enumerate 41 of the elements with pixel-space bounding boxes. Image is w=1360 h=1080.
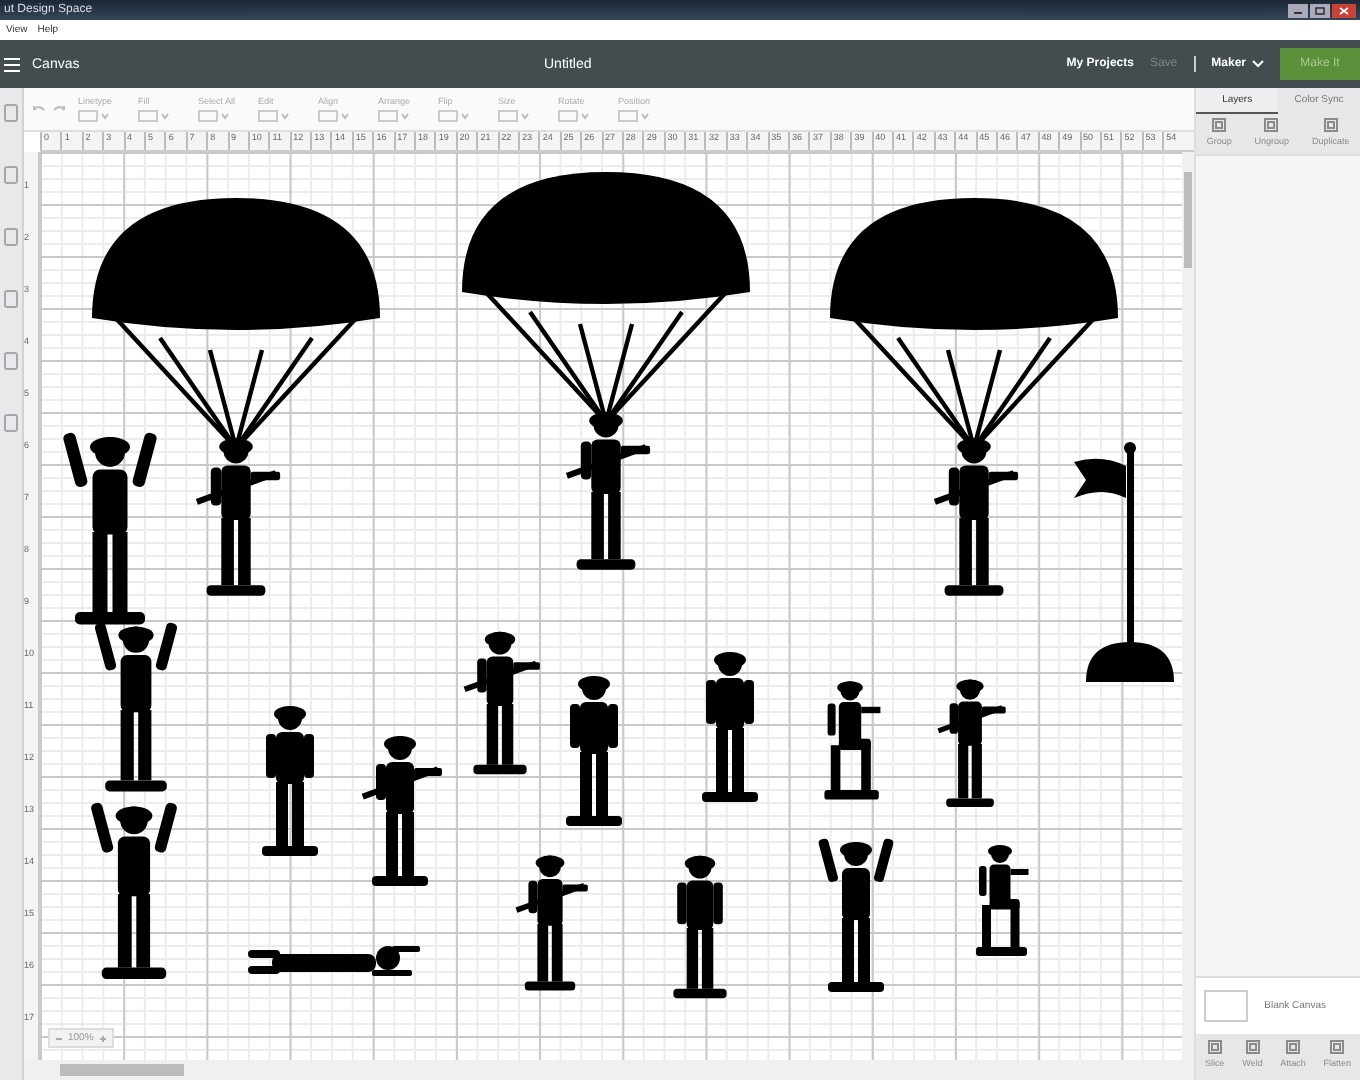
tool-outline-icon[interactable] bbox=[3, 166, 18, 184]
soldier-silhouette bbox=[673, 855, 727, 999]
soldier-silhouette bbox=[975, 845, 1029, 956]
vertical-scrollbar[interactable] bbox=[1182, 152, 1195, 1060]
dropdown-icon bbox=[197, 110, 230, 122]
tool-outline-icon[interactable] bbox=[3, 228, 18, 246]
undo-icon[interactable] bbox=[31, 103, 46, 115]
layer-action-icon bbox=[1330, 1040, 1345, 1054]
dropdown-icon bbox=[257, 110, 290, 122]
horizontal-scrollbar[interactable] bbox=[23, 1060, 1195, 1080]
dropdown-icon bbox=[377, 110, 410, 122]
dropdown-icon bbox=[137, 110, 170, 122]
close-icon[interactable] bbox=[1332, 3, 1356, 17]
dropdown-icon bbox=[317, 110, 350, 122]
soldier-silhouette bbox=[824, 681, 881, 800]
tool-outline-icon[interactable] bbox=[3, 352, 18, 370]
maximize-icon[interactable] bbox=[1310, 3, 1330, 17]
tool-outline-icon[interactable] bbox=[3, 290, 18, 308]
dropdown-icon bbox=[617, 110, 650, 122]
tool-outline-icon[interactable] bbox=[3, 104, 18, 122]
hamburger-menu-icon[interactable] bbox=[4, 57, 20, 71]
layer-action-icon bbox=[1212, 118, 1227, 132]
tool-outline-icon[interactable] bbox=[3, 414, 18, 432]
dropdown-icon bbox=[497, 110, 530, 122]
soldier-silhouette bbox=[463, 631, 540, 775]
chevron-down-icon bbox=[1252, 60, 1264, 68]
layer-action-icon bbox=[1323, 118, 1338, 132]
layer-action-icon bbox=[1286, 1040, 1301, 1054]
canvas-swatch[interactable] bbox=[1204, 990, 1249, 1022]
layer-action-icon bbox=[1245, 1040, 1260, 1054]
dropdown-icon bbox=[557, 110, 590, 122]
dropdown-icon bbox=[77, 110, 110, 122]
soldier-silhouette bbox=[937, 679, 1006, 807]
minus-icon[interactable] bbox=[53, 1033, 64, 1043]
minimize-icon[interactable] bbox=[1288, 3, 1308, 17]
layer-action-icon bbox=[1207, 1040, 1222, 1054]
layer-action-icon bbox=[1264, 118, 1279, 132]
redo-icon[interactable] bbox=[51, 103, 66, 115]
soldier-silhouette bbox=[515, 855, 588, 991]
plus-icon[interactable] bbox=[97, 1033, 108, 1043]
dropdown-icon bbox=[437, 110, 470, 122]
